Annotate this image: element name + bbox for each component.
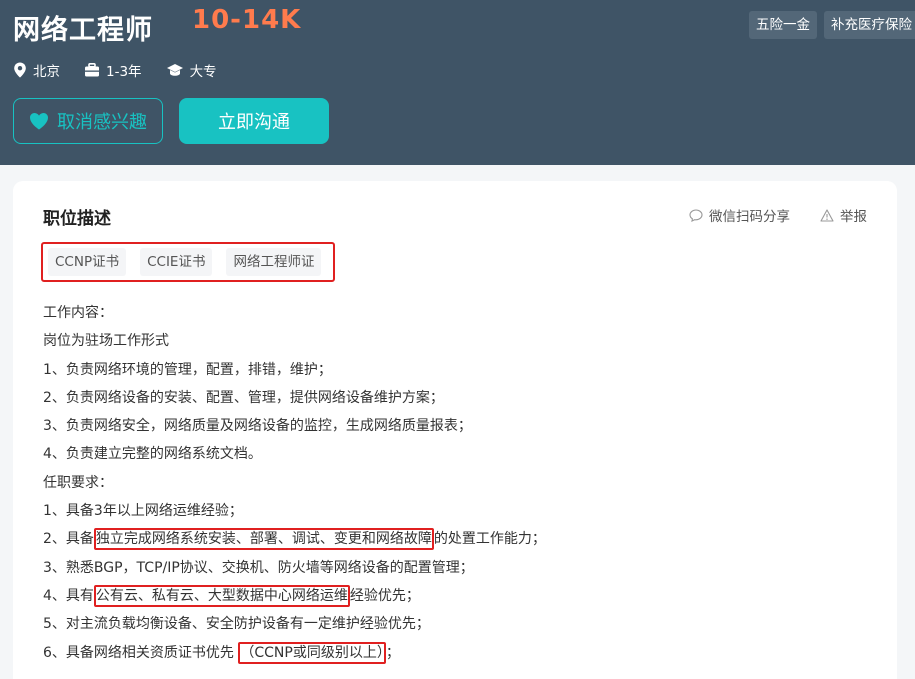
graduation-cap-icon bbox=[166, 64, 183, 76]
line-text: 3、熟悉BGP，TCP/IP协议、交换机、防火墙等网络设备的配置管理； bbox=[43, 559, 474, 576]
job-description-card: 职位描述 微信扫码分享 举报 CCNP证书 CCIE证书 网络工程师证 工作内容… bbox=[13, 181, 897, 679]
unfavorite-button[interactable]: 取消感兴趣 bbox=[13, 98, 163, 144]
line-text: 2、负责网络设备的安装、配置、管理，提供网络设备维护方案； bbox=[43, 389, 444, 406]
line-text: 3、负责网络安全，网络质量及网络设备的监控，生成网络质量报表； bbox=[43, 418, 472, 435]
benefit-tag: 补充医疗保险 bbox=[824, 11, 915, 39]
job-meta: 北京 1-3年 大专 bbox=[13, 60, 241, 80]
description-line: 任职要求： bbox=[43, 469, 873, 497]
line-text: 经验优先； bbox=[349, 587, 420, 604]
chat-now-button[interactable]: 立即沟通 bbox=[179, 98, 329, 144]
skill-tag: CCIE证书 bbox=[140, 248, 213, 276]
job-description-text: 工作内容： 岗位为驻场工作形式 1、负责网络环境的管理，配置，排错，维护； 2、… bbox=[43, 299, 873, 667]
job-title: 网络工程师 bbox=[13, 15, 153, 46]
report-label: 举报 bbox=[840, 209, 867, 225]
highlighted-text: 独立完成网络系统安装、部署、调试、变更和网络故障 bbox=[93, 528, 434, 551]
line-text: ； bbox=[385, 644, 400, 661]
heart-icon bbox=[30, 113, 48, 130]
description-line: 3、熟悉BGP，TCP/IP协议、交换机、防火墙等网络设备的配置管理； bbox=[43, 554, 873, 582]
wechat-share-button[interactable]: 微信扫码分享 bbox=[689, 205, 790, 225]
line-text: 4、负责建立完整的网络系统文档。 bbox=[43, 446, 262, 463]
card-actions: 微信扫码分享 举报 bbox=[659, 205, 867, 225]
meta-location: 北京 bbox=[13, 60, 60, 80]
salary: 10-14K bbox=[192, 5, 302, 35]
skill-tags: CCNP证书 CCIE证书 网络工程师证 bbox=[41, 242, 336, 282]
line-text: 岗位为驻场工作形式 bbox=[43, 333, 169, 350]
description-line: 3、负责网络安全，网络质量及网络设备的监控，生成网络质量报表； bbox=[43, 412, 873, 440]
benefit-tags: 五险一金 补充医疗保险 bbox=[749, 11, 915, 39]
description-line: 1、具备3年以上网络运维经验； bbox=[43, 497, 873, 525]
report-button[interactable]: 举报 bbox=[820, 205, 867, 225]
line-text: 4、具有 bbox=[43, 587, 94, 604]
description-line: 2、负责网络设备的安装、配置、管理，提供网络设备维护方案； bbox=[43, 384, 873, 412]
highlighted-text: （CCNP或同级别以上） bbox=[238, 641, 386, 664]
description-line: 5、对主流负载均衡设备、安全防护设备有一定维护经验优先； bbox=[43, 610, 873, 638]
highlighted-text: 公有云、私有云、大型数据中心网络运维 bbox=[93, 584, 350, 607]
skill-tag: CCNP证书 bbox=[48, 248, 127, 276]
location-pin-icon bbox=[14, 62, 26, 78]
line-text: 1、具备3年以上网络运维经验； bbox=[43, 503, 243, 520]
education-text: 大专 bbox=[189, 64, 217, 80]
line-text: 工作内容： bbox=[43, 305, 113, 321]
job-header: 网络工程师 10-14K 五险一金 补充医疗保险 北京 1-3年 大专 取消感兴… bbox=[0, 0, 915, 165]
unfavorite-label: 取消感兴趣 bbox=[57, 112, 147, 133]
warning-icon bbox=[820, 208, 834, 222]
description-line: 岗位为驻场工作形式 bbox=[43, 327, 873, 355]
line-text: 2、具备 bbox=[43, 531, 94, 548]
briefcase-icon bbox=[85, 63, 99, 77]
meta-experience: 1-3年 bbox=[84, 60, 142, 80]
share-label: 微信扫码分享 bbox=[709, 209, 790, 225]
description-line: 6、具备网络相关资质证书优先 （CCNP或同级别以上）； bbox=[43, 639, 873, 667]
description-line: 4、负责建立完整的网络系统文档。 bbox=[43, 440, 873, 468]
line-text: 任职要求： bbox=[43, 474, 113, 491]
location-text: 北京 bbox=[33, 64, 60, 80]
line-text: 的处置工作能力； bbox=[433, 531, 546, 548]
benefit-tag: 五险一金 bbox=[749, 11, 817, 39]
chat-bubble-icon bbox=[689, 208, 703, 222]
line-text: 1、负责网络环境的管理，配置，排错，维护； bbox=[43, 361, 332, 378]
description-line: 2、具备 独立完成网络系统安装、部署、调试、变更和网络故障 的处置工作能力； bbox=[43, 525, 873, 553]
experience-text: 1-3年 bbox=[106, 64, 142, 80]
description-line: 工作内容： bbox=[43, 299, 873, 327]
line-text: 6、具备网络相关资质证书优先 bbox=[43, 644, 239, 661]
description-line: 4、具有 公有云、私有云、大型数据中心网络运维 经验优先； bbox=[43, 582, 873, 610]
description-line: 1、负责网络环境的管理，配置，排错，维护； bbox=[43, 356, 873, 384]
line-text: 5、对主流负载均衡设备、安全防护设备有一定维护经验优先； bbox=[43, 616, 430, 633]
skill-tag: 网络工程师证 bbox=[226, 248, 322, 276]
section-title: 职位描述 bbox=[43, 209, 111, 229]
meta-education: 大专 bbox=[166, 60, 217, 80]
